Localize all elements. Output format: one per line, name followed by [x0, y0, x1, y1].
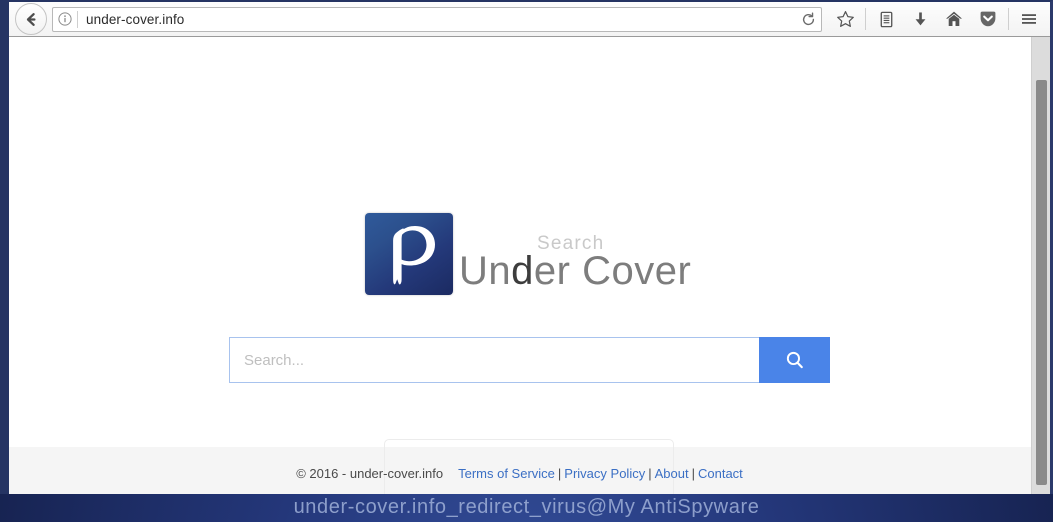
- site-info-icon[interactable]: [57, 11, 73, 27]
- home-icon: [944, 9, 964, 29]
- toolbar-divider-2: [1008, 8, 1009, 30]
- web-page: Search Under Cover © 2016 - under-cover.…: [9, 37, 1031, 494]
- bookmark-star-button[interactable]: [828, 4, 862, 34]
- vertical-scrollbar[interactable]: [1031, 37, 1050, 494]
- logo-title-part3: er Cover: [534, 249, 691, 293]
- footer-sep-2: |: [648, 466, 651, 481]
- toolbar-icon-group: [828, 4, 1046, 34]
- footer-copyright: © 2016 - under-cover.info: [296, 466, 443, 481]
- downloads-button[interactable]: [903, 4, 937, 34]
- content-viewport: Search Under Cover © 2016 - under-cover.…: [9, 37, 1050, 494]
- site-logo: Search Under Cover: [365, 177, 705, 297]
- pocket-button[interactable]: [971, 4, 1005, 34]
- logo-title: Under Cover: [459, 249, 691, 294]
- bookmark-star-icon: [836, 10, 855, 29]
- url-separator: [77, 11, 78, 28]
- logo-title-part2: d: [511, 249, 534, 293]
- url-text: under-cover.info: [86, 12, 797, 27]
- library-button[interactable]: [869, 4, 903, 34]
- logo-mark-icon: [365, 213, 453, 295]
- reload-button[interactable]: [797, 8, 819, 30]
- footer-sep-1: |: [558, 466, 561, 481]
- watermark-text: under-cover.info_redirect_virus@My AntiS…: [0, 496, 1053, 519]
- library-icon: [877, 10, 896, 29]
- back-arrow-icon: [23, 11, 40, 28]
- pocket-icon: [978, 9, 998, 29]
- footer-link-contact[interactable]: Contact: [698, 466, 743, 481]
- search-submit-button[interactable]: [759, 337, 830, 383]
- magnifier-icon: [784, 349, 806, 371]
- footer-sep-3: |: [692, 466, 695, 481]
- browser-toolbar: under-cover.info: [9, 2, 1050, 37]
- search-input[interactable]: [229, 337, 759, 383]
- footer-link-terms[interactable]: Terms of Service: [458, 466, 555, 481]
- footer-link-privacy[interactable]: Privacy Policy: [564, 466, 645, 481]
- browser-window: under-cover.info: [0, 0, 1053, 494]
- toolbar-divider: [865, 8, 866, 30]
- scrollbar-thumb[interactable]: [1036, 80, 1047, 485]
- menu-button[interactable]: [1012, 4, 1046, 34]
- downloads-icon: [911, 10, 930, 29]
- footer: © 2016 - under-cover.info Terms of Servic…: [9, 466, 1031, 481]
- menu-icon: [1019, 9, 1039, 29]
- search-form: [229, 337, 830, 383]
- back-button[interactable]: [15, 3, 47, 35]
- logo-title-part1: Un: [459, 249, 511, 293]
- home-button[interactable]: [937, 4, 971, 34]
- footer-link-about[interactable]: About: [655, 466, 689, 481]
- address-bar[interactable]: under-cover.info: [52, 7, 822, 32]
